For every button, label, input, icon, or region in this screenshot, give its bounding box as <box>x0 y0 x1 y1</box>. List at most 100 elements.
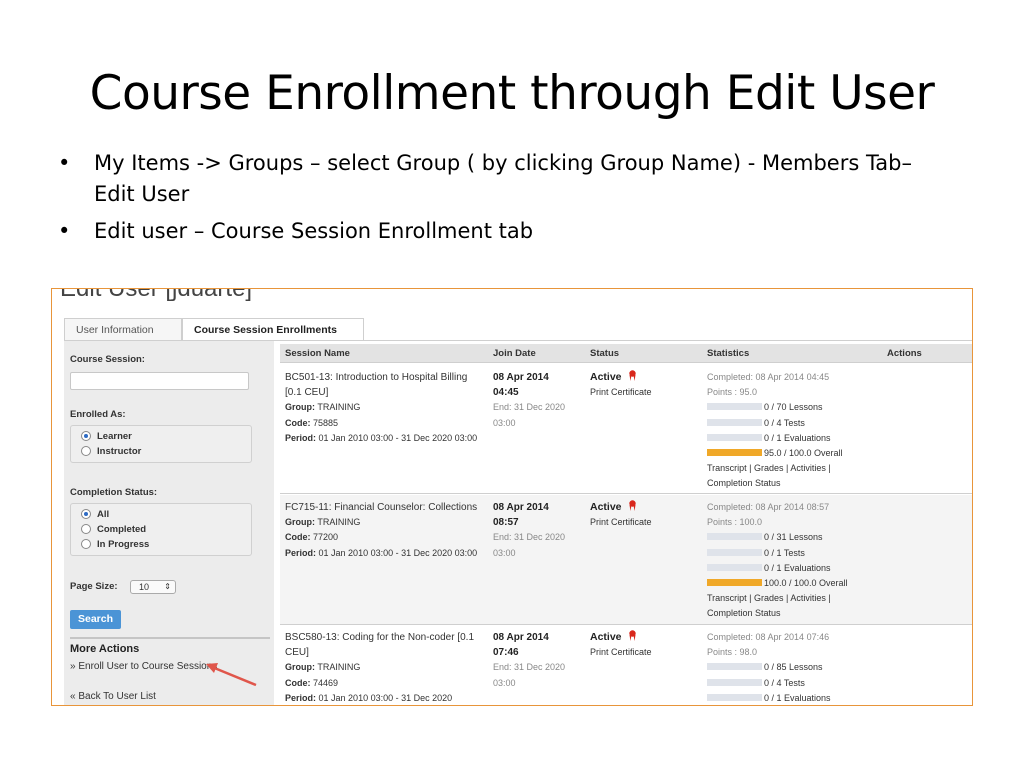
progress-bar <box>707 548 762 556</box>
session-code: 75885 <box>313 417 339 428</box>
radio-all[interactable]: All <box>81 509 109 520</box>
table-row: FC715-11: Financial Counselor: Collectio… <box>280 495 972 625</box>
ribbon-icon <box>628 630 636 641</box>
progress-bar <box>707 663 762 671</box>
end-time: 03:00 <box>493 547 516 558</box>
back-to-user-list-link[interactable]: « Back To User List <box>70 691 156 702</box>
ribbon-icon <box>628 370 636 381</box>
table-header: Session Name Join Date Status Statistics… <box>280 344 972 363</box>
col-status: Status <box>590 348 620 359</box>
tab-course-session-enrollments[interactable]: Course Session Enrollments <box>182 318 364 341</box>
ribbon-icon <box>628 500 636 511</box>
bullet-list: My Items -> Groups – select Group ( by c… <box>58 148 958 253</box>
join-time: 07:46 <box>493 647 519 659</box>
session-name-link[interactable]: BSC580-13: Coding for the Non-coder [0.1… <box>285 630 480 660</box>
points: Points : 100.0 <box>707 517 763 528</box>
annotation-arrow-icon <box>206 663 257 687</box>
completed-date: Completed: 08 Apr 2014 04:45 <box>707 372 830 382</box>
session-group: TRAINING <box>317 402 361 413</box>
chevron-updown-icon: ⇕ <box>164 582 171 591</box>
col-session-name: Session Name <box>285 348 350 359</box>
session-name-link[interactable]: FC715-11: Financial Counselor: Collectio… <box>285 500 480 515</box>
enrolled-as-label: Enrolled As: <box>70 409 126 420</box>
evaluations-count: 0 / 1 Evaluations <box>764 692 831 703</box>
course-session-label: Course Session: <box>70 354 145 365</box>
completion-status-link[interactable]: Completion Status <box>707 606 887 621</box>
progress-bar <box>707 418 762 426</box>
print-certificate-link[interactable]: Print Certificate <box>590 515 700 530</box>
join-date: 08 Apr 2014 <box>493 632 549 643</box>
end-date: End: 31 Dec 2020 <box>493 662 566 673</box>
completion-status-group: All Completed In Progress <box>70 503 252 556</box>
tests-count: 0 / 4 Tests <box>764 677 805 688</box>
bullet-item: My Items -> Groups – select Group ( by c… <box>58 148 958 210</box>
status-badge: Active <box>590 501 622 513</box>
radio-icon <box>81 524 91 534</box>
bullet-item: Edit user – Course Session Enrollment ta… <box>58 216 958 247</box>
evaluations-count: 0 / 1 Evaluations <box>764 562 831 573</box>
evaluations-count: 0 / 1 Evaluations <box>764 432 831 443</box>
session-group: TRAINING <box>317 517 361 528</box>
lessons-count: 0 / 31 Lessons <box>764 532 823 543</box>
course-session-input[interactable] <box>70 372 249 390</box>
record-links[interactable]: Transcript | Grades | Activities | <box>707 461 887 476</box>
tests-count: 0 / 4 Tests <box>764 417 805 428</box>
join-date: 08 Apr 2014 <box>493 372 549 383</box>
enroll-user-link[interactable]: » Enroll User to Course Sessions <box>70 661 217 672</box>
divider <box>70 637 270 639</box>
radio-learner[interactable]: Learner <box>81 431 132 442</box>
end-time: 03:00 <box>493 417 516 428</box>
progress-bar <box>707 403 762 411</box>
points: Points : 98.0 <box>707 647 758 658</box>
table-row: BSC580-13: Coding for the Non-coder [0.1… <box>280 626 972 705</box>
radio-icon <box>81 446 91 456</box>
completed-date: Completed: 08 Apr 2014 07:46 <box>707 632 830 642</box>
overall-score: 100.0 / 100.0 Overall <box>764 577 848 588</box>
end-date: End: 31 Dec 2020 <box>493 402 566 413</box>
progress-bar <box>707 678 762 686</box>
session-group: TRAINING <box>317 662 361 673</box>
print-certificate-link[interactable]: Print Certificate <box>590 645 700 660</box>
radio-instructor[interactable]: Instructor <box>81 446 141 457</box>
completion-status-label: Completion Status: <box>70 487 158 498</box>
radio-selected-icon <box>81 431 91 441</box>
session-code: 74469 <box>313 677 339 688</box>
radio-completed[interactable]: Completed <box>81 524 146 535</box>
session-period: 01 Jan 2010 03:00 - 31 Dec 2020 03:00 <box>318 547 478 558</box>
page-heading: Edit User [jduarte] <box>60 288 253 302</box>
lessons-count: 0 / 85 Lessons <box>764 662 823 673</box>
session-code: 77200 <box>313 532 339 543</box>
completion-status-link[interactable]: Completion Status <box>707 476 887 491</box>
edit-user-screenshot: Edit User [jduarte] User Information Cou… <box>51 288 973 706</box>
lessons-count: 0 / 70 Lessons <box>764 402 823 413</box>
col-join-date: Join Date <box>493 348 536 359</box>
progress-bar <box>707 563 762 571</box>
table-row: BC501-13: Introduction to Hospital Billi… <box>280 364 972 494</box>
tab-user-information[interactable]: User Information <box>64 318 182 341</box>
page-size-select[interactable]: 10 ⇕ <box>130 580 176 594</box>
progress-bar <box>707 693 762 701</box>
session-period: 01 Jan 2010 03:00 - 31 Dec 2020 03:00 <box>318 432 478 443</box>
slide-title: Course Enrollment through Edit User <box>89 66 935 121</box>
col-statistics: Statistics <box>707 348 750 359</box>
radio-selected-icon <box>81 509 91 519</box>
record-links[interactable]: Transcript | Grades | Activities | <box>707 591 887 606</box>
radio-icon <box>81 539 91 549</box>
join-time: 04:45 <box>493 387 519 399</box>
page-size-label: Page Size: <box>70 581 118 592</box>
overall-progress-bar <box>707 448 762 456</box>
enrolled-as-group: Learner Instructor <box>70 425 252 463</box>
session-period: 01 Jan 2010 03:00 - 31 Dec 2020 <box>318 692 453 703</box>
status-badge: Active <box>590 371 622 383</box>
page-size-value: 10 <box>139 582 150 592</box>
search-button[interactable]: Search <box>70 610 121 629</box>
print-certificate-link[interactable]: Print Certificate <box>590 385 700 400</box>
more-actions-title: More Actions <box>70 643 140 655</box>
progress-bar <box>707 433 762 441</box>
overall-progress-bar <box>707 578 762 586</box>
completed-date: Completed: 08 Apr 2014 08:57 <box>707 502 830 512</box>
radio-in-progress[interactable]: In Progress <box>81 539 149 550</box>
progress-bar <box>707 533 762 541</box>
end-date: End: 31 Dec 2020 <box>493 532 566 543</box>
session-name-link[interactable]: BC501-13: Introduction to Hospital Billi… <box>285 370 480 400</box>
